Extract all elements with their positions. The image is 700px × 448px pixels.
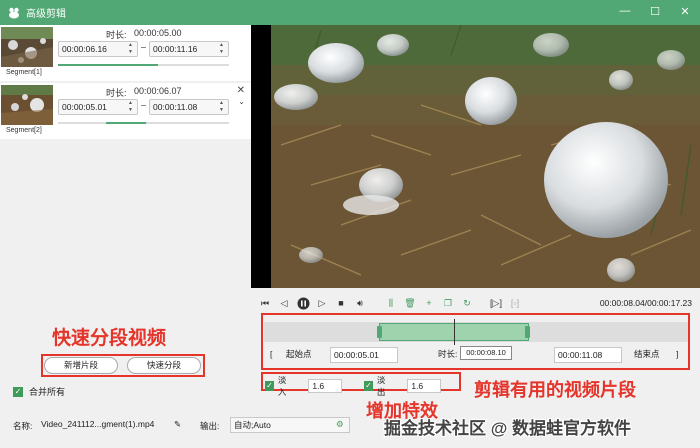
close-icon[interactable]: ✕: [237, 85, 245, 96]
playback-time-readout: 00:00:08.04/00:00:17.23: [599, 298, 692, 308]
checkbox-checked-icon[interactable]: ✓: [265, 381, 274, 391]
timeline-start-handle[interactable]: [377, 326, 382, 338]
segment-progress-fill: [58, 64, 158, 66]
spin-arrows-icon[interactable]: ▲ ▼: [219, 43, 226, 55]
spin-arrows-icon[interactable]: ▲ ▼: [219, 101, 226, 113]
file-name-label: 名称:: [13, 421, 33, 431]
segment-start-value: 00:00:06.16: [62, 44, 107, 54]
merge-all-checkbox[interactable]: ✓ 合并所有: [13, 385, 65, 398]
segment-progress-fill: [106, 122, 146, 124]
app-logo-icon: [9, 7, 19, 18]
segment-start-input[interactable]: 00:00:05.01 ▲ ▼: [58, 99, 138, 115]
segment-progress-track: [58, 64, 229, 66]
close-button[interactable]: ✕: [678, 4, 692, 18]
segment-start-input[interactable]: 00:00:06.16 ▲ ▼: [58, 41, 138, 57]
segment-thumbnail: [1, 85, 53, 125]
output-format-value: 自动;Auto: [234, 420, 271, 430]
range-dash: [141, 105, 146, 106]
annotation-trim-useful: 剪辑有用的视频片段: [474, 380, 636, 400]
range-dash: [141, 47, 146, 48]
duration-label: 时长:: [106, 88, 127, 98]
checkbox-checked-icon[interactable]: ✓: [13, 386, 23, 397]
crop-icon[interactable]: [▫]: [508, 296, 522, 310]
spin-arrows-icon[interactable]: ▲ ▼: [128, 101, 135, 113]
fade-out-input[interactable]: 1.6: [407, 379, 441, 393]
watermark-text: 掘金技术社区 @ 数据蛙官方软件: [384, 419, 632, 438]
volume-icon[interactable]: 🔊︎: [353, 296, 367, 310]
window-title: 高级剪辑: [26, 9, 66, 20]
file-name-value: Video_241112...gment(1).mp4: [41, 419, 155, 429]
duration-label: 时长:: [106, 30, 127, 40]
segment-end-value: 00:00:11.16: [153, 44, 198, 54]
segment-end-value: 00:00:11.08: [153, 102, 198, 112]
range-start-input[interactable]: 00:00:05.01: [330, 347, 398, 363]
annotation-quick-segment: 快速分段视频: [52, 328, 167, 349]
maximize-button[interactable]: ☐: [648, 4, 662, 18]
output-label: 输出:: [200, 421, 220, 431]
segment-item[interactable]: Segment[2] 时长: 00:00:06.07 00:00:05.01 ▲…: [0, 83, 251, 139]
fade-in-input[interactable]: 1.6: [308, 379, 342, 393]
title-bar: 高级剪辑 — ☐ ✕: [0, 0, 700, 25]
quick-split-button[interactable]: 快速分段: [127, 357, 201, 374]
fade-in-label: 淡入: [277, 375, 287, 397]
spin-arrows-icon[interactable]: ▲ ▼: [128, 43, 135, 55]
timeline-playhead[interactable]: [454, 319, 455, 345]
fade-in-control[interactable]: ✓ 淡入 1.6: [265, 374, 342, 398]
step-forward-icon[interactable]: ▷: [315, 296, 329, 310]
split-icon[interactable]: ⫼: [384, 296, 398, 310]
segment-label: Segment[2]: [6, 127, 42, 134]
set-start-button[interactable]: 起始点: [286, 347, 312, 363]
range-end-value: 00:00:11.08: [558, 350, 603, 360]
stop-icon[interactable]: ■: [334, 296, 348, 310]
add-icon[interactable]: +: [422, 296, 436, 310]
delete-icon[interactable]: 🗑︎: [403, 296, 417, 310]
video-preview[interactable]: [251, 25, 700, 288]
range-end-input[interactable]: 00:00:11.08: [554, 347, 622, 363]
bracket-right-icon: ]: [676, 349, 679, 359]
reset-icon[interactable]: ↻: [460, 296, 474, 310]
player-controls: ⏮ ◁ ▷ ■ 🔊︎ ⫼ 🗑︎ + ❐ ↻ [▷] [▫] 00:00:08.0…: [258, 294, 692, 312]
chevron-down-icon[interactable]: ⌄: [238, 97, 245, 106]
duration-value: 00:00:05.00: [134, 28, 182, 38]
copy-icon[interactable]: ❐: [441, 296, 455, 310]
pause-icon[interactable]: [296, 296, 310, 310]
segment-start-value: 00:00:05.01: [62, 102, 107, 112]
duration-value: 00:00:06.07: [134, 86, 182, 96]
merge-all-label: 合并所有: [29, 387, 66, 397]
range-duration-label: 时长:: [438, 349, 458, 359]
step-back-icon[interactable]: ◁: [277, 296, 291, 310]
edit-pencil-icon[interactable]: ✎: [174, 419, 181, 430]
checkbox-checked-icon[interactable]: ✓: [364, 381, 373, 391]
bracket-left-icon: [: [270, 349, 273, 359]
skip-start-icon[interactable]: ⏮: [258, 296, 272, 310]
add-segment-button[interactable]: 新增片段: [44, 357, 118, 374]
segment-item[interactable]: Segment[1] 时长: 00:00:05.00 00:00:06.16 ▲…: [0, 25, 251, 81]
output-format-field[interactable]: 自动;Auto: [230, 417, 350, 433]
fade-out-control[interactable]: ✓ 淡出 1.6: [364, 374, 441, 398]
minimize-button[interactable]: —: [618, 4, 632, 18]
segment-progress-track: [58, 122, 229, 124]
fade-in-value: 1.6: [312, 381, 325, 391]
set-end-button[interactable]: 结束点: [634, 347, 660, 363]
range-start-value: 00:00:05.01: [334, 350, 379, 360]
playhead-tooltip: 00:00:08.10: [460, 346, 512, 360]
fade-out-label: 淡出: [376, 375, 386, 397]
fade-out-value: 1.6: [411, 381, 424, 391]
gear-icon[interactable]: ⚙: [336, 419, 344, 430]
segment-label: Segment[1]: [6, 69, 42, 76]
jump-to-mark-icon[interactable]: [▷]: [489, 296, 503, 310]
timeline-end-handle[interactable]: [525, 326, 530, 338]
segment-thumbnail: [1, 27, 53, 67]
timeline-track[interactable]: [264, 319, 688, 345]
segment-end-input[interactable]: 00:00:11.16 ▲ ▼: [149, 41, 229, 57]
file-name-field[interactable]: Video_241112...gment(1).mp4: [38, 417, 170, 433]
segment-end-input[interactable]: 00:00:11.08 ▲ ▼: [149, 99, 229, 115]
